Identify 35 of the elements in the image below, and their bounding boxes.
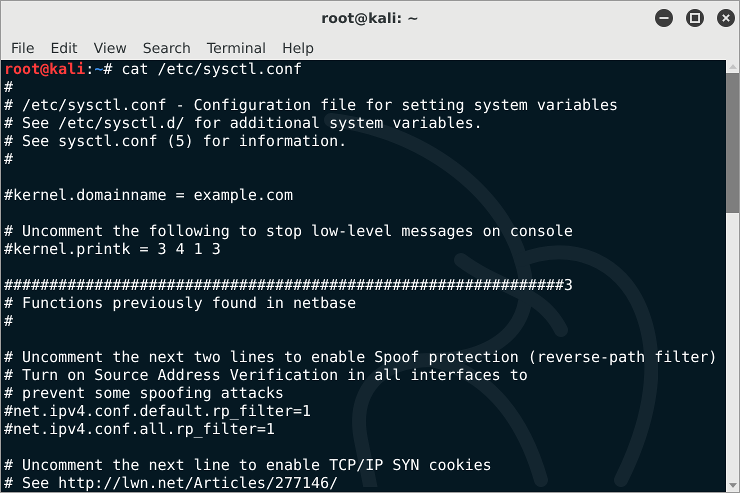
terminal-line: ##############################################################3 bbox=[4, 276, 573, 294]
maximize-icon[interactable] bbox=[686, 9, 704, 27]
prompt-separator: : bbox=[85, 60, 94, 78]
scrollbar[interactable] bbox=[726, 60, 739, 492]
terminal-line: # bbox=[4, 312, 14, 330]
menu-item[interactable]: Search bbox=[134, 40, 199, 56]
terminal-line: # Turn on Source Address Verification in all interfaces to bbox=[4, 366, 528, 384]
terminal-line: # Uncomment the next two lines to enable Spoof protection (reverse-path filter) bbox=[4, 348, 718, 366]
terminal-line: #kernel.domainname = example.com bbox=[4, 186, 293, 204]
window-title: root@kali: ~ bbox=[321, 11, 419, 27]
close-icon[interactable] bbox=[717, 9, 735, 27]
menu-item[interactable]: File bbox=[3, 40, 42, 56]
minimize-icon[interactable] bbox=[655, 9, 673, 27]
menu-item[interactable]: View bbox=[86, 40, 135, 56]
menu-item[interactable]: Help bbox=[274, 40, 322, 56]
terminal-line: # bbox=[4, 78, 14, 96]
terminal-line: # Uncomment the next line to enable TCP/IP SYN cookies bbox=[4, 456, 492, 474]
menu-item[interactable]: Edit bbox=[42, 40, 86, 56]
terminal-line: #net.ipv4.conf.default.rp_filter=1 bbox=[4, 402, 312, 420]
terminal-line: # See sysctl.conf (5) for information. bbox=[4, 132, 348, 150]
terminal-line: # Functions previously found in netbase bbox=[4, 294, 356, 312]
prompt-command: # cat /etc/sysctl.conf bbox=[103, 60, 302, 78]
scrollbar-thumb[interactable] bbox=[726, 73, 739, 213]
terminal-line: # bbox=[4, 150, 14, 168]
terminal-line: # See /etc/sysctl.d/ for additional system variables. bbox=[4, 114, 483, 132]
scroll-down-icon[interactable] bbox=[728, 483, 736, 488]
terminal-line: # See http://lwn.net/Articles/277146/ bbox=[4, 474, 338, 492]
menu-item[interactable]: Terminal bbox=[198, 40, 274, 56]
prompt-user: root@kali bbox=[4, 60, 86, 78]
prompt-path: ~ bbox=[94, 60, 104, 78]
terminal-line: # prevent some spoofing attacks bbox=[4, 384, 284, 402]
terminal-line: # Uncomment the following to stop low-level messages on console bbox=[4, 222, 573, 240]
terminal-line: #kernel.printk = 3 4 1 3 bbox=[4, 240, 221, 258]
terminal-line: # /etc/sysctl.conf - Configuration file for setting system variables bbox=[4, 96, 618, 114]
terminal-line: #net.ipv4.conf.all.rp_filter=1 bbox=[4, 420, 275, 438]
